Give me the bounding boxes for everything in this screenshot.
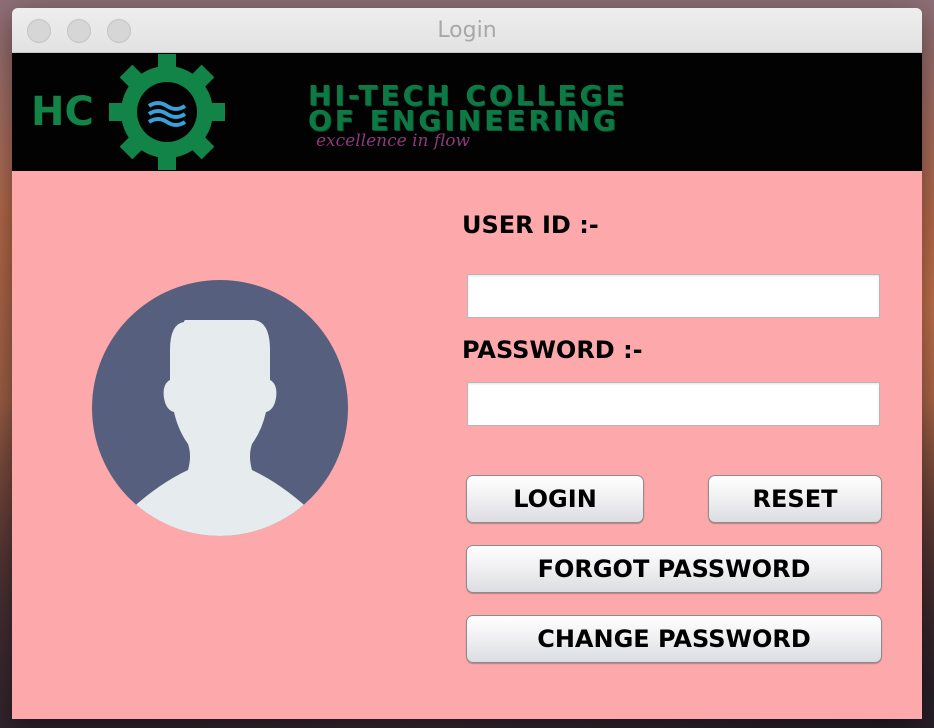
change-password-button[interactable]: CHANGE PASSWORD bbox=[466, 615, 882, 663]
forgot-password-button[interactable]: FORGOT PASSWORD bbox=[466, 545, 882, 593]
user-id-label: USER ID :- bbox=[462, 211, 599, 239]
title-bar[interactable]: Login bbox=[12, 8, 922, 53]
window-title: Login bbox=[437, 18, 497, 43]
login-button[interactable]: LOGIN bbox=[466, 475, 644, 523]
password-label: PASSWORD :- bbox=[462, 336, 643, 364]
user-avatar-icon bbox=[92, 280, 348, 536]
college-banner: HC HI-TECH COLLEGE OF ENGINEERING excell… bbox=[12, 53, 922, 171]
login-window: Login HC HI-TECH COLLEGE OF ENGINEERING … bbox=[12, 8, 922, 719]
college-name: HI-TECH COLLEGE OF ENGINEERING bbox=[308, 82, 628, 137]
logo-initials: HC bbox=[31, 89, 94, 135]
password-input[interactable] bbox=[467, 382, 880, 426]
reset-button[interactable]: RESET bbox=[708, 475, 882, 523]
college-gear-logo: HC bbox=[31, 54, 225, 170]
user-id-input[interactable] bbox=[467, 274, 880, 318]
college-name-line2: OF ENGINEERING bbox=[308, 104, 619, 137]
college-tagline: excellence in flow bbox=[316, 131, 471, 151]
